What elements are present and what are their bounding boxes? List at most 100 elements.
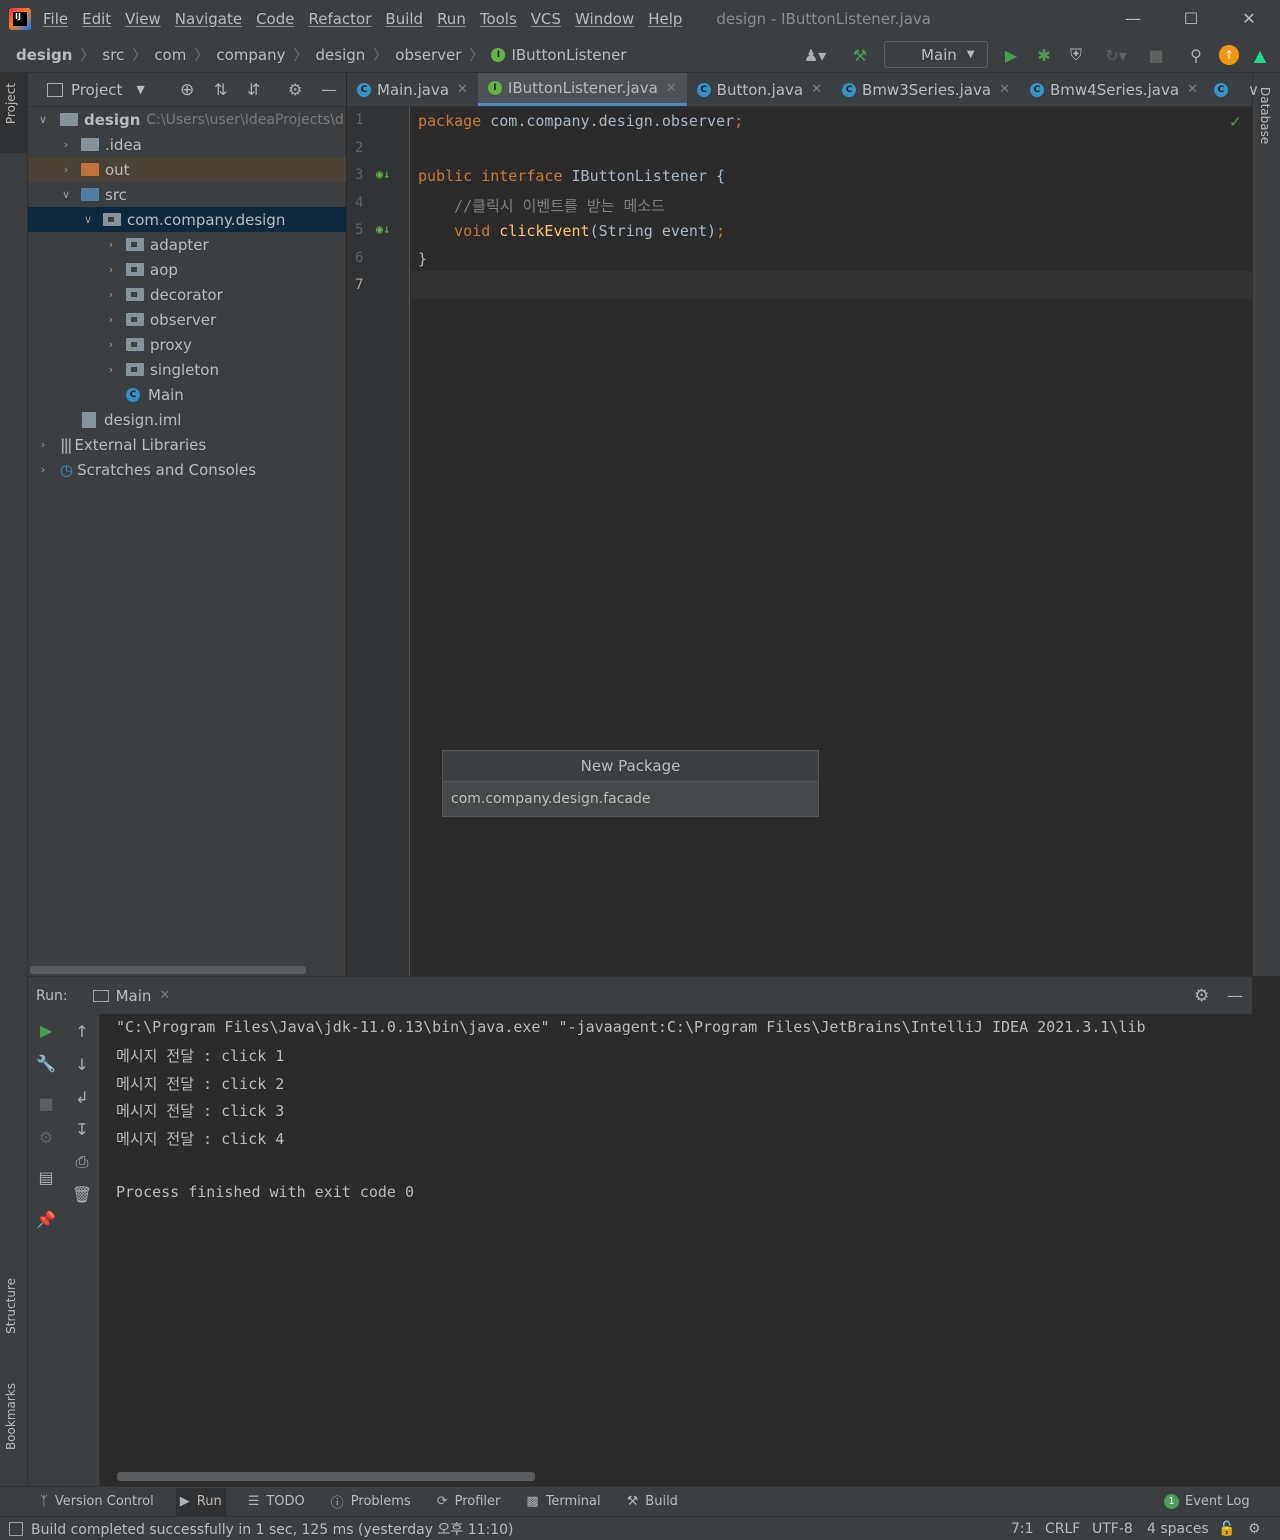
horizontal-scrollbar[interactable] [117, 1472, 535, 1481]
menu-run[interactable]: Run [437, 10, 466, 28]
tool-todo[interactable]: ☰ TODO [244, 1488, 309, 1516]
close-tab-icon[interactable]: ✕ [159, 988, 170, 1003]
hide-panel-icon[interactable]: — [321, 80, 337, 99]
tool-event-log[interactable]: 1 Event Log [1160, 1488, 1254, 1516]
trash-icon[interactable]: 🗑 [71, 1183, 93, 1205]
status-message[interactable]: Build completed successfully in 1 sec, 1… [31, 1519, 514, 1539]
implemented-marker-icon[interactable]: ◉↓ [376, 167, 390, 181]
tree-item-out[interactable]: › out [28, 157, 346, 182]
stop-icon[interactable]: ■ [1146, 45, 1166, 65]
tree-item-design-iml[interactable]: design.iml [28, 407, 346, 432]
tool-problems[interactable]: ⓘ Problems [327, 1488, 415, 1516]
tab-main-java[interactable]: C Main.java ✕ [347, 73, 478, 106]
hide-panel-icon[interactable]: — [1227, 986, 1243, 1005]
menu-code[interactable]: Code [256, 10, 294, 28]
tool-profiler[interactable]: ⟳ Profiler [433, 1488, 505, 1516]
chevron-right-icon[interactable]: › [104, 263, 118, 276]
gear-icon[interactable]: ⚙ [1194, 986, 1209, 1006]
gear-icon[interactable]: ⚙ [288, 80, 302, 99]
menu-window[interactable]: Window [575, 10, 634, 28]
run-tab-main[interactable]: Main [116, 987, 152, 1005]
add-user-icon[interactable]: ♟▾ [798, 45, 832, 65]
soft-wrap-icon[interactable]: ↲ [71, 1086, 93, 1108]
show-tabs-dropdown-icon[interactable]: ∨ [1240, 73, 1267, 106]
tree-item-singleton[interactable]: › singleton [28, 357, 346, 382]
indent-setting[interactable]: 4 spaces [1147, 1521, 1209, 1537]
checkmark-icon[interactable]: ✓ [1229, 113, 1242, 131]
chevron-right-icon[interactable]: › [104, 313, 118, 326]
close-tab-icon[interactable]: ✕ [999, 82, 1010, 97]
menu-edit[interactable]: Edit [82, 10, 111, 28]
panel-toggle-icon[interactable] [9, 1521, 23, 1536]
close-tab-icon[interactable]: ✕ [811, 82, 822, 97]
close-window-icon[interactable]: ✕ [1220, 0, 1278, 37]
tab-button-java[interactable]: C Button.java ✕ [687, 73, 832, 106]
print-icon[interactable]: ⎙ [71, 1151, 93, 1173]
close-tab-icon[interactable]: ✕ [1187, 82, 1198, 97]
tab-ibuttonlistener-java[interactable]: I IButtonListener.java ✕ [477, 73, 687, 106]
breadcrumb-com[interactable]: com [154, 46, 186, 64]
tree-item-main[interactable]: C Main [28, 382, 346, 407]
menu-navigate[interactable]: Navigate [175, 10, 242, 28]
menu-vcs[interactable]: VCS [531, 10, 561, 28]
pin-icon[interactable]: 📌 [35, 1208, 57, 1230]
package-name-input[interactable] [443, 782, 818, 816]
tool-terminal[interactable]: ▩ Terminal [522, 1488, 604, 1516]
tab-bmw4series-java[interactable]: C Bmw4Series.java ✕ [1020, 73, 1208, 106]
tree-item-external-libraries[interactable]: › ||| External Libraries [28, 432, 346, 457]
chevron-down-icon[interactable]: ∨ [36, 113, 50, 126]
expand-all-icon[interactable]: ⇅ [214, 80, 227, 99]
tab-structure-side[interactable]: Structure [4, 1278, 18, 1334]
tool-run[interactable]: ▶ Run [175, 1487, 226, 1516]
tree-item-proxy[interactable]: › proxy [28, 332, 346, 357]
build-hammer-icon[interactable]: ⚒ [850, 45, 870, 65]
plugin-icon[interactable]: ▲ [1250, 45, 1270, 65]
collapse-all-icon[interactable]: ⇵ [247, 80, 260, 99]
project-view-select[interactable]: Project [71, 81, 122, 99]
gear-icon[interactable]: ⚙ [35, 1126, 57, 1148]
console-output[interactable]: "C:\Program Files\Java\jdk-11.0.13\bin\j… [101, 1014, 1252, 1486]
breadcrumb-src[interactable]: src [102, 46, 124, 64]
layout-icon[interactable]: ▤ [35, 1166, 57, 1188]
chevron-down-icon[interactable]: ▼ [136, 83, 144, 96]
chevron-down-icon[interactable]: ∨ [59, 188, 73, 201]
tree-item-decorator[interactable]: › decorator [28, 282, 346, 307]
menu-build[interactable]: Build [385, 10, 423, 28]
chevron-right-icon[interactable]: › [104, 288, 118, 301]
tree-item-adapter[interactable]: › adapter [28, 232, 346, 257]
breadcrumb-ibuttonlistener[interactable]: IButtonListener [511, 46, 626, 64]
menu-view[interactable]: View [125, 10, 161, 28]
chevron-right-icon[interactable]: › [104, 338, 118, 351]
menu-help[interactable]: Help [648, 10, 682, 28]
file-encoding[interactable]: UTF-8 [1092, 1521, 1133, 1537]
close-tab-icon[interactable]: ✕ [666, 81, 677, 96]
tab-bookmarks-side[interactable]: Bookmarks [4, 1383, 18, 1450]
arrow-down-icon[interactable]: ↓ [71, 1053, 93, 1075]
stop-icon[interactable]: ■ [35, 1092, 57, 1114]
chevron-right-icon[interactable]: › [36, 463, 50, 476]
rerun-icon[interactable]: ▶ [35, 1019, 57, 1041]
menu-refactor[interactable]: Refactor [308, 10, 371, 28]
debug-icon[interactable]: ✱ [1034, 45, 1054, 65]
menu-file[interactable]: File [43, 10, 68, 28]
code-editor[interactable]: package com.company.design.observer; pub… [411, 107, 1252, 976]
tab-overflow[interactable]: C [1208, 73, 1240, 106]
chevron-right-icon[interactable]: › [104, 238, 118, 251]
scroll-to-end-icon[interactable]: ↧ [71, 1118, 93, 1140]
intellij-logo-icon[interactable]: IJ [9, 7, 31, 30]
close-tab-icon[interactable]: ✕ [457, 82, 468, 97]
search-icon[interactable]: ⚲ [1186, 45, 1206, 65]
breadcrumb-design[interactable]: design [16, 46, 72, 64]
coverage-icon[interactable]: ⛨ [1066, 45, 1086, 65]
tool-version-control[interactable]: ᛉ Version Control [36, 1488, 158, 1516]
chevron-right-icon[interactable]: › [59, 138, 73, 151]
chevron-down-icon[interactable]: ∨ [81, 213, 95, 226]
update-icon[interactable]: ↑ [1219, 45, 1239, 65]
tool-build[interactable]: ⚒ Build [623, 1488, 682, 1516]
caret-position[interactable]: 7:1 [1011, 1521, 1034, 1537]
chevron-right-icon[interactable]: › [104, 363, 118, 376]
profile-icon[interactable]: ↻▾ [1096, 45, 1136, 65]
minimize-icon[interactable]: — [1104, 0, 1162, 37]
chevron-right-icon[interactable]: › [59, 163, 73, 176]
tree-item-design[interactable]: ∨ design C:\Users\user\IdeaProjects\d [28, 107, 346, 132]
